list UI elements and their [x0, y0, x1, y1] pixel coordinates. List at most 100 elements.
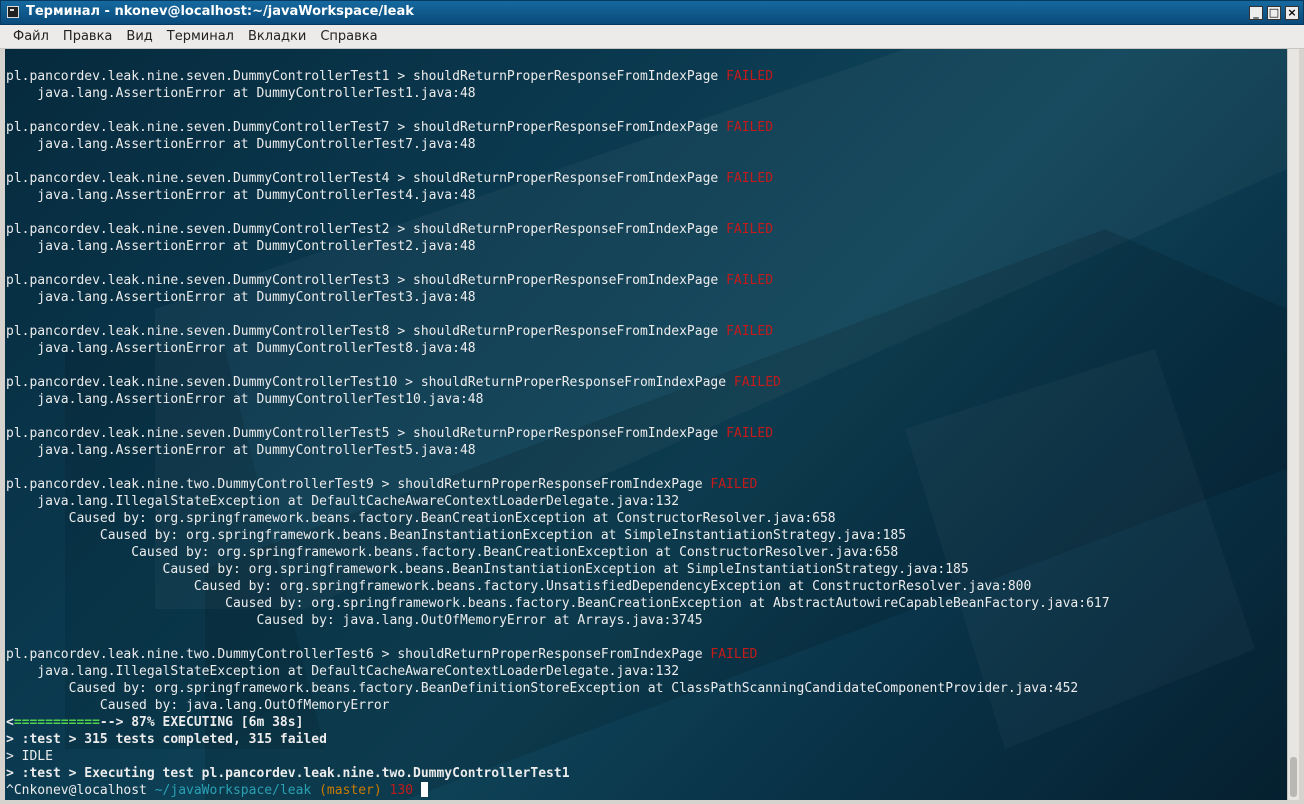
terminal-line-text: pl.pancordev.leak.nine.seven.DummyContro… — [6, 273, 727, 288]
terminal-line: Caused by: org.springframework.beans.fac… — [6, 680, 1287, 697]
progress-line: <===========--> 87% EXECUTING [6m 38s] — [6, 714, 1287, 731]
terminal-line: Caused by: org.springframework.beans.fac… — [6, 578, 1287, 595]
terminal-line-text: Caused by: org.springframework.beans.fac… — [6, 596, 1110, 611]
failed-label: FAILED — [726, 222, 774, 237]
terminal-line-text: pl.pancordev.leak.nine.seven.DummyContro… — [6, 324, 727, 339]
terminal-line-text: java.lang.AssertionError at DummyControl… — [6, 290, 476, 305]
menu-tabs[interactable]: Вкладки — [241, 26, 313, 48]
terminal-cursor — [420, 782, 428, 797]
terminal-line: pl.pancordev.leak.nine.two.DummyControll… — [6, 476, 1287, 493]
terminal-app-icon[interactable] — [7, 6, 19, 18]
terminal-line: java.lang.AssertionError at DummyControl… — [6, 340, 1287, 357]
menu-view[interactable]: Вид — [119, 26, 159, 48]
terminal-line: java.lang.IllegalStateException at Defau… — [6, 663, 1287, 680]
terminal-line-text: pl.pancordev.leak.nine.seven.DummyContro… — [6, 120, 727, 135]
terminal-output[interactable]: pl.pancordev.leak.nine.seven.DummyContro… — [5, 49, 1287, 800]
terminal-line-text: pl.pancordev.leak.nine.seven.DummyContro… — [6, 69, 727, 84]
failed-label: FAILED — [726, 324, 774, 339]
status-line: > IDLE — [6, 749, 53, 764]
terminal-line: java.lang.IllegalStateException at Defau… — [6, 493, 1287, 510]
terminal-line-text: java.lang.AssertionError at DummyControl… — [6, 341, 476, 356]
terminal-line-text: java.lang.IllegalStateException at Defau… — [6, 494, 680, 509]
menu-terminal[interactable]: Терминал — [160, 26, 241, 48]
terminal-lines: pl.pancordev.leak.nine.seven.DummyContro… — [6, 68, 1287, 799]
progress-bar-fill: =========== — [13, 715, 100, 730]
terminal-line: java.lang.AssertionError at DummyControl… — [6, 136, 1287, 153]
terminal-line-text: Caused by: org.springframework.beans.fac… — [6, 545, 899, 560]
prompt-path: ~/javaWorkspace/leak — [146, 783, 312, 798]
terminal-line-text: pl.pancordev.leak.nine.seven.DummyContro… — [6, 426, 727, 441]
status-line: > :test > 315 tests completed, 315 faile… — [6, 732, 327, 747]
window-title: Терминал - nkonev@localhost:~/javaWorksp… — [26, 4, 414, 19]
terminal-line-text: pl.pancordev.leak.nine.two.DummyControll… — [6, 647, 711, 662]
failed-label: FAILED — [726, 426, 774, 441]
close-button[interactable]: × — [1285, 6, 1299, 20]
failed-label: FAILED — [726, 273, 774, 288]
terminal-line-text: pl.pancordev.leak.nine.two.DummyControll… — [6, 477, 711, 492]
terminal-line-text: java.lang.IllegalStateException at Defau… — [6, 664, 680, 679]
terminal-line-text: pl.pancordev.leak.nine.seven.DummyContro… — [6, 375, 734, 390]
terminal-line-text: java.lang.AssertionError at DummyControl… — [6, 392, 484, 407]
terminal-line-text: pl.pancordev.leak.nine.seven.DummyContro… — [6, 222, 727, 237]
status-line: > :test > Executing test pl.pancordev.le… — [6, 766, 570, 781]
terminal-line-text: Caused by: java.lang.OutOfMemoryError — [6, 698, 390, 713]
terminal-line: java.lang.AssertionError at DummyControl… — [6, 391, 1287, 408]
failed-label: FAILED — [733, 375, 781, 390]
failed-label: FAILED — [726, 120, 774, 135]
prompt-git-branch: (master) — [311, 783, 382, 798]
terminal-line: pl.pancordev.leak.nine.seven.DummyContro… — [6, 170, 1287, 187]
terminal-line: pl.pancordev.leak.nine.seven.DummyContro… — [6, 68, 1287, 85]
terminal-line: pl.pancordev.leak.nine.seven.DummyContro… — [6, 374, 1287, 391]
terminal-line-text: Caused by: org.springframework.beans.fac… — [6, 681, 1079, 696]
terminal-line: pl.pancordev.leak.nine.seven.DummyContro… — [6, 221, 1287, 238]
window-titlebar[interactable]: Терминал - nkonev@localhost:~/javaWorksp… — [0, 0, 1304, 25]
maximize-button[interactable]: □ — [1267, 6, 1281, 20]
terminal-scrollbar[interactable] — [1287, 49, 1299, 800]
terminal-line: java.lang.AssertionError at DummyControl… — [6, 238, 1287, 255]
menubar: Файл Правка Вид Терминал Вкладки Справка — [0, 25, 1304, 49]
scrollbar-thumb[interactable] — [1290, 757, 1297, 797]
terminal-line-text: Caused by: org.springframework.beans.fac… — [6, 511, 836, 526]
window-border-bottom — [0, 800, 1304, 804]
terminal-line: Caused by: org.springframework.beans.Bea… — [6, 561, 1287, 578]
terminal-line: Caused by: java.lang.OutOfMemoryError at… — [6, 612, 1287, 629]
terminal-line: pl.pancordev.leak.nine.two.DummyControll… — [6, 646, 1287, 663]
terminal-line-text: java.lang.AssertionError at DummyControl… — [6, 443, 476, 458]
menu-file[interactable]: Файл — [6, 26, 56, 48]
terminal-line-text: java.lang.AssertionError at DummyControl… — [6, 86, 476, 101]
minimize-button[interactable]: _ — [1249, 6, 1263, 20]
failed-label: FAILED — [726, 171, 774, 186]
terminal-line-text: Caused by: org.springframework.beans.fac… — [6, 579, 1032, 594]
terminal-line: pl.pancordev.leak.nine.seven.DummyContro… — [6, 119, 1287, 136]
terminal-line: java.lang.AssertionError at DummyControl… — [6, 187, 1287, 204]
progress-bar-status: --> 87% EXECUTING [6m 38s] — [99, 715, 304, 730]
prompt-user-host: ^Cnkonev@localhost — [6, 783, 147, 798]
failed-label: FAILED — [710, 477, 758, 492]
terminal-line: java.lang.AssertionError at DummyControl… — [6, 289, 1287, 306]
terminal-line: pl.pancordev.leak.nine.seven.DummyContro… — [6, 425, 1287, 442]
failed-label: FAILED — [726, 69, 774, 84]
terminal-line: java.lang.AssertionError at DummyControl… — [6, 85, 1287, 102]
terminal-line: Caused by: org.springframework.beans.fac… — [6, 510, 1287, 527]
terminal-line-text: Caused by: java.lang.OutOfMemoryError at… — [6, 613, 703, 628]
terminal-line-text: pl.pancordev.leak.nine.seven.DummyContro… — [6, 171, 727, 186]
shell-prompt[interactable]: ^Cnkonev@localhost ~/javaWorkspace/leak … — [6, 782, 1287, 799]
terminal-line: Caused by: org.springframework.beans.Bea… — [6, 527, 1287, 544]
menu-help[interactable]: Справка — [313, 26, 384, 48]
terminal-line-text: Caused by: org.springframework.beans.Bea… — [6, 528, 907, 543]
terminal-line: pl.pancordev.leak.nine.seven.DummyContro… — [6, 323, 1287, 340]
terminal-line-text: Caused by: org.springframework.beans.Bea… — [6, 562, 969, 577]
menu-edit[interactable]: Правка — [56, 26, 119, 48]
terminal-line-text: java.lang.AssertionError at DummyControl… — [6, 239, 476, 254]
progress-bar-open: < — [6, 715, 14, 730]
failed-label: FAILED — [710, 647, 758, 662]
